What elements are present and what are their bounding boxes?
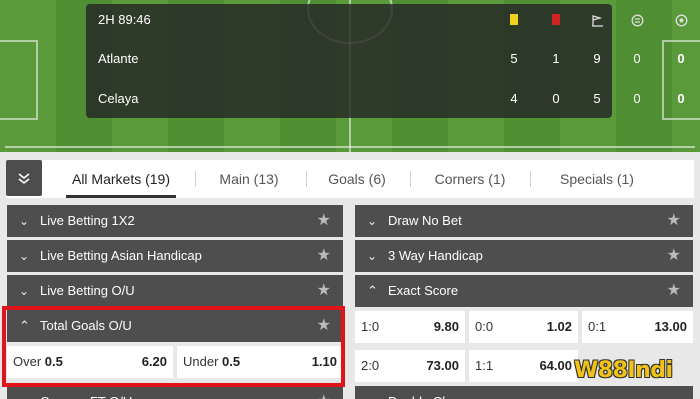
exact-score-button[interactable]: 0:1 13.00	[582, 311, 693, 343]
tab-divider	[195, 171, 196, 187]
exact-score-button[interactable]: 1:1 64.00	[469, 350, 578, 382]
score-label: 2:0	[361, 358, 380, 373]
star-icon[interactable]: ★	[317, 205, 331, 237]
pitch-background: 2H 89:46 Atlante 5 1 9 0 0 Celaya 4 0 5 …	[0, 0, 700, 152]
watermark-logo: W88Indi	[574, 358, 673, 383]
market-header[interactable]: ⌄ Draw No Bet ★	[355, 205, 693, 237]
chevron-up-icon: ⌃	[367, 283, 378, 298]
ball-icon	[667, 10, 695, 33]
highlight-box	[2, 306, 345, 387]
chevron-down-icon: ⌄	[19, 249, 30, 263]
odds-value: 64.00	[539, 358, 572, 373]
star-icon[interactable]: ★	[317, 240, 331, 272]
odds-value: 1.02	[546, 319, 572, 334]
star-icon[interactable]: ★	[667, 205, 681, 237]
corner-count: 9	[593, 51, 601, 66]
exact-score-button[interactable]: 0:0 1.02	[469, 311, 578, 343]
scoreboard-header: 2H 89:46	[86, 10, 687, 33]
score-label: 0:0	[475, 319, 494, 334]
odds-value: 73.00	[426, 358, 459, 373]
market-header[interactable]: ⌄ Corners FT O/U ★	[7, 386, 343, 399]
sub-count: 0	[633, 91, 641, 106]
red-card-count: 0	[552, 91, 560, 106]
chevron-down-icon: ⌄	[367, 386, 377, 399]
team-row: Celaya 4 0 5 0 0	[86, 89, 685, 109]
corner-count: 5	[593, 91, 601, 106]
star-icon[interactable]: ★	[317, 386, 331, 399]
red-card-count: 1	[552, 51, 560, 66]
corner-flag-icon	[583, 10, 611, 33]
tab-specials[interactable]: Specials (1)	[542, 160, 652, 198]
left-penalty-box	[0, 40, 38, 120]
yellow-card-count: 4	[510, 91, 518, 106]
substitution-icon	[623, 10, 651, 33]
market-title: Live Betting O/U	[40, 283, 135, 298]
market-title: Corners FT O/U	[40, 386, 132, 399]
tab-corners[interactable]: Corners (1)	[422, 160, 518, 198]
odds-value: 13.00	[654, 319, 687, 334]
star-icon[interactable]: ★	[667, 275, 681, 307]
score-label: 1:1	[475, 358, 494, 373]
sub-count: 0	[633, 51, 641, 66]
market-title: Draw No Bet	[388, 213, 462, 228]
collapse-all-button[interactable]	[6, 160, 42, 196]
double-chevron-down-icon	[18, 173, 30, 185]
score-label: 0:1	[588, 319, 607, 334]
tab-goals[interactable]: Goals (6)	[318, 160, 396, 198]
chevron-down-icon: ⌄	[19, 214, 30, 228]
chevron-down-icon: ⌄	[367, 214, 378, 228]
goal-count: 0	[677, 51, 685, 66]
chevron-down-icon: ⌄	[19, 386, 29, 399]
market-header[interactable]: ⌄ Live Betting O/U ★	[7, 275, 343, 307]
exact-score-button[interactable]: 1:0 9.80	[355, 311, 465, 343]
scoreboard: 2H 89:46 Atlante 5 1 9 0 0 Celaya 4 0 5 …	[86, 4, 687, 118]
chevron-down-icon: ⌄	[19, 284, 30, 298]
market-title: Live Betting Asian Handicap	[40, 248, 202, 263]
star-icon[interactable]: ★	[667, 240, 681, 272]
star-icon[interactable]: ★	[317, 275, 331, 307]
market-header[interactable]: ⌄ Live Betting 1X2 ★	[7, 205, 343, 237]
score-label: 1:0	[361, 319, 380, 334]
chevron-down-icon: ⌄	[367, 249, 378, 263]
yellow-card-icon	[500, 10, 528, 31]
market-title: Exact Score	[388, 283, 459, 298]
yellow-card-count: 5	[510, 51, 518, 66]
market-header[interactable]: ⌄ Live Betting Asian Handicap ★	[7, 240, 343, 272]
tab-main[interactable]: Main (13)	[206, 160, 292, 198]
tab-divider	[410, 171, 411, 187]
market-tabs: All Markets (19) Main (13) Goals (6) Cor…	[6, 160, 694, 198]
tab-divider	[530, 171, 531, 187]
market-header[interactable]: ⌄ 3 Way Handicap ★	[355, 240, 693, 272]
market-title: Live Betting 1X2	[40, 213, 135, 228]
market-title: Double Chance	[388, 386, 478, 399]
market-header-exact-score[interactable]: ⌃ Exact Score ★	[355, 275, 693, 307]
tab-divider	[306, 171, 307, 187]
red-card-icon	[542, 10, 570, 31]
match-clock: 2H 89:46	[98, 12, 151, 27]
team-name: Celaya	[98, 91, 139, 106]
touchline	[5, 146, 695, 148]
odds-value: 9.80	[433, 319, 459, 334]
team-row: Atlante 5 1 9 0 0	[86, 49, 685, 69]
team-name: Atlante	[98, 51, 139, 66]
tab-all-markets[interactable]: All Markets (19)	[66, 160, 176, 198]
goal-count: 0	[677, 91, 685, 106]
market-title: 3 Way Handicap	[388, 248, 483, 263]
market-header[interactable]: ⌄ Double Chance	[355, 386, 693, 399]
exact-score-button[interactable]: 2:0 73.00	[355, 350, 465, 382]
